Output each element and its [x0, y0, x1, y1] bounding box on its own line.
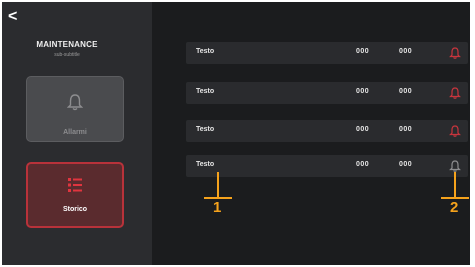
callout-1-marker — [204, 172, 232, 199]
row-name: Testo — [196, 48, 215, 55]
list-row[interactable]: Testo 000 000 — [186, 42, 468, 64]
row-value-1: 000 — [356, 161, 370, 168]
row-value-1: 000 — [356, 88, 370, 95]
bell-icon[interactable] — [448, 86, 462, 100]
bell-icon[interactable] — [448, 124, 462, 138]
row-value-1: 000 — [356, 48, 370, 55]
callout-1-number: 1 — [213, 199, 222, 216]
row-name: Testo — [196, 88, 215, 95]
callout-2: 2 — [440, 170, 470, 220]
sidebar: < MAINTENANCE sub-subtitle Allarmi Stori… — [2, 2, 152, 265]
list-row[interactable]: Testo 000 000 — [186, 120, 468, 142]
row-name: Testo — [196, 126, 215, 133]
back-button[interactable]: < — [8, 8, 22, 26]
row-value-1: 000 — [356, 126, 370, 133]
bell-icon — [27, 93, 123, 116]
nav-card-alarms[interactable]: Allarmi — [26, 76, 124, 142]
list-icon — [28, 176, 122, 199]
nav-card-alarms-label: Allarmi — [63, 129, 87, 136]
nav-card-history[interactable]: Storico — [26, 162, 124, 228]
bell-icon[interactable] — [448, 46, 462, 60]
list-row[interactable]: Testo 000 000 — [186, 82, 468, 104]
row-name: Testo — [196, 161, 215, 168]
nav-card-history-label: Storico — [62, 206, 88, 213]
row-value-2: 000 — [399, 161, 413, 168]
app-screen: < MAINTENANCE sub-subtitle Allarmi Stori… — [2, 2, 470, 265]
callout-1: 1 — [202, 170, 234, 220]
main-list: Testo 000 000 Testo 000 000 Testo 000 00… — [152, 2, 470, 265]
row-value-2: 000 — [399, 48, 413, 55]
callout-2-number: 2 — [450, 199, 459, 216]
callout-2-marker — [441, 172, 469, 199]
page-title: MAINTENANCE — [36, 40, 98, 49]
page-subtitle: sub-subtitle — [54, 52, 80, 58]
row-value-2: 000 — [399, 126, 413, 133]
row-value-2: 000 — [399, 88, 413, 95]
